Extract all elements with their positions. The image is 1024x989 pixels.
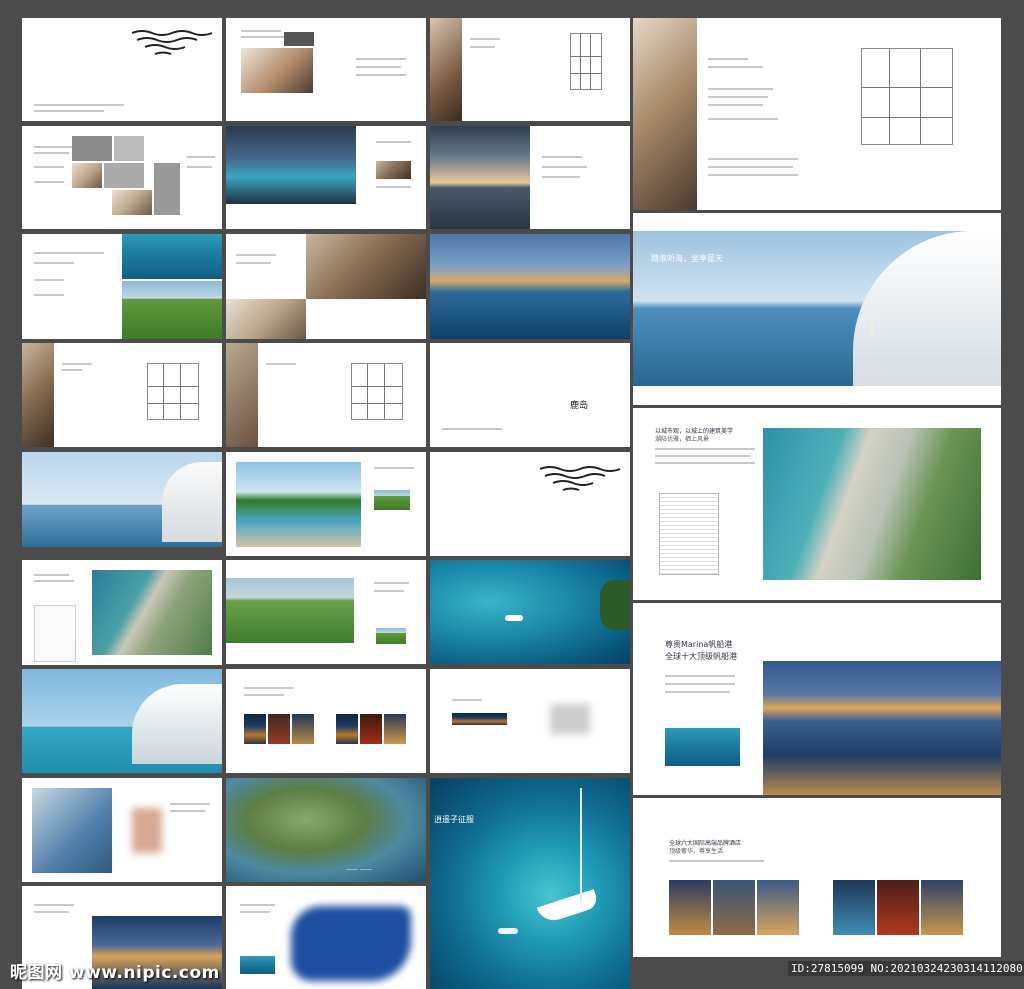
floorplan-drawing bbox=[861, 48, 953, 145]
image-id-tag: ID:27815099 NO:20210324230314112080 bbox=[788, 961, 1024, 976]
section-heading: 踏浪听海，坐享蓝天 bbox=[651, 254, 723, 263]
page-medical bbox=[22, 778, 222, 882]
section-heading: 全球六大国际高端品牌酒店 bbox=[669, 840, 742, 847]
page-hotels-grid bbox=[226, 669, 426, 773]
page-sea-terrace bbox=[22, 452, 222, 547]
page-island-aerial: —— —— bbox=[226, 778, 426, 882]
brand-logo: 鹿岛 bbox=[570, 401, 589, 411]
section-heading: 以城市观，以城上的建筑美学 bbox=[655, 428, 734, 435]
watermark-text: 昵图网 www.nipic.com bbox=[10, 963, 220, 983]
section-subheading: 湖陆优雅，栖上风景 bbox=[655, 436, 710, 443]
section-heading: 尊贵Marina帆船港 bbox=[665, 640, 733, 649]
marina-photo bbox=[763, 661, 1001, 795]
page-cover-back bbox=[22, 18, 222, 121]
section-subheading: 全球十大顶级帆船港 bbox=[665, 652, 737, 661]
page-large-hotels: 全球六大国际高端品牌酒店 顶级奢华，尊享生活 bbox=[633, 798, 1001, 957]
yacht-caption: 逍遥子征服 bbox=[434, 815, 474, 824]
page-pool-night bbox=[226, 126, 426, 229]
wave-logo-icon bbox=[131, 30, 213, 55]
blurred-image bbox=[291, 906, 411, 981]
page-turquoise-boat bbox=[430, 560, 630, 664]
page-large-marina: 尊贵Marina帆船港 全球十大顶级帆船港 bbox=[633, 603, 1001, 795]
page-night-lights bbox=[430, 669, 630, 773]
floorplan-drawing bbox=[570, 33, 602, 90]
page-chandelier-plan bbox=[430, 18, 630, 121]
sailboat-mast bbox=[580, 788, 582, 903]
page-curve-villa bbox=[22, 669, 222, 773]
floorplan-drawing bbox=[147, 363, 199, 420]
page-bay-dusk bbox=[430, 234, 630, 339]
page-bath bbox=[22, 126, 222, 229]
page-floorplan-a bbox=[22, 343, 222, 447]
page-palm-pool bbox=[226, 452, 426, 556]
wave-logo-icon bbox=[539, 466, 621, 491]
page-yacht-feature: 逍遥子征服 bbox=[430, 778, 630, 989]
page-service-staff bbox=[226, 18, 426, 121]
page-wave-title bbox=[430, 452, 630, 556]
section-subheading: 顶级奢华，尊享生活 bbox=[669, 848, 724, 855]
page-golf-course bbox=[226, 560, 426, 664]
page-sunset-terrace bbox=[430, 126, 630, 229]
page-large-sea-terrace: 踏浪听海，坐享蓝天 bbox=[633, 213, 1001, 405]
page-logo-plate: 鹿岛 bbox=[430, 343, 630, 447]
floorplan-drawing bbox=[351, 363, 403, 420]
building-diagram bbox=[659, 493, 719, 575]
page-golf-sailing bbox=[22, 234, 222, 339]
page-blurred-island bbox=[226, 886, 426, 989]
brochure-board: —— —— 鹿岛 逍遥子征服 踏浪听海，坐享蓝天 以城市观，以城上的建筑美学 湖… bbox=[0, 0, 1024, 989]
page-large-floorplan bbox=[633, 18, 1001, 210]
page-aerial-map bbox=[22, 560, 222, 665]
page-living-room bbox=[226, 234, 426, 339]
page-floorplan-b bbox=[226, 343, 426, 447]
page-large-city-aerial: 以城市观，以城上的建筑美学 湖陆优雅，栖上风景 bbox=[633, 408, 1001, 600]
